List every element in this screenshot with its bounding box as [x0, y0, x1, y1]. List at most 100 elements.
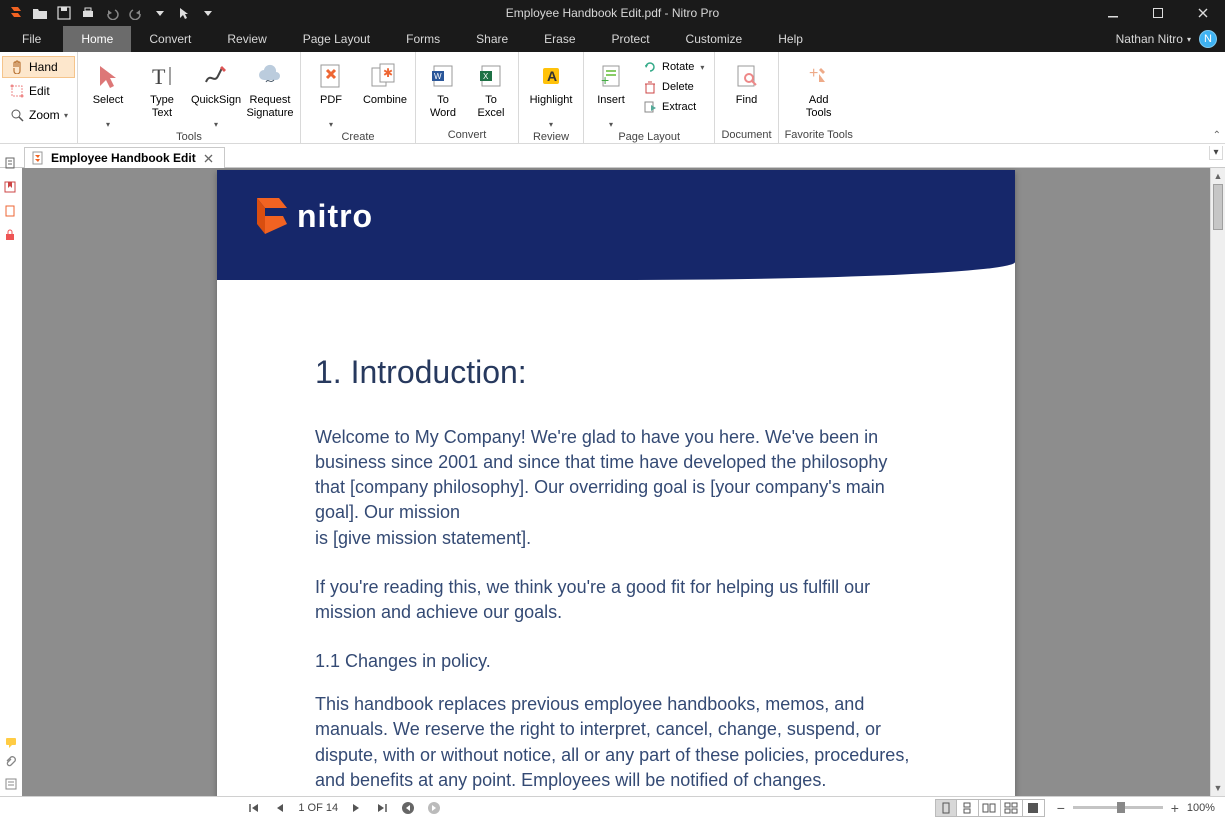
- minimize-button[interactable]: [1090, 0, 1135, 26]
- user-area[interactable]: Nathan Nitro ▾ N: [1116, 26, 1225, 52]
- view-continuous-button[interactable]: [957, 799, 979, 817]
- zoom-slider-track[interactable]: [1073, 806, 1163, 809]
- title-bar: Employee Handbook Edit.pdf - Nitro Pro: [0, 0, 1225, 26]
- highlight-button[interactable]: A Highlight ▾: [525, 56, 577, 129]
- prev-page-button[interactable]: [272, 800, 288, 816]
- zoom-level-label: 100%: [1187, 802, 1215, 814]
- add-tools-button[interactable]: + Add Tools: [794, 56, 844, 120]
- undo-icon[interactable]: [100, 0, 124, 26]
- edit-label: Edit: [29, 84, 50, 98]
- menu-convert[interactable]: Convert: [131, 26, 209, 52]
- scroll-down-button[interactable]: ▼: [1211, 780, 1225, 796]
- hand-tool-button[interactable]: Hand: [2, 56, 75, 78]
- select-button[interactable]: Select ▾: [84, 56, 132, 129]
- quicksign-button[interactable]: QuickSign ▾: [192, 56, 240, 129]
- menu-share[interactable]: Share: [458, 26, 526, 52]
- pointer-mode-icon[interactable]: [172, 0, 196, 26]
- close-button[interactable]: [1180, 0, 1225, 26]
- to-word-button[interactable]: W To Word: [422, 56, 464, 120]
- tab-close-button[interactable]: [202, 151, 216, 165]
- user-avatar[interactable]: N: [1199, 30, 1217, 48]
- first-page-button[interactable]: [246, 800, 262, 816]
- output-panel-icon[interactable]: [4, 777, 18, 794]
- page-indicator: 1 OF 14: [298, 802, 338, 814]
- left-sidebar: [0, 150, 22, 246]
- group-label-tools: Tools: [84, 129, 294, 143]
- zoom-in-button[interactable]: +: [1169, 800, 1181, 816]
- rotate-icon: [642, 59, 658, 75]
- menu-forms[interactable]: Forms: [388, 26, 458, 52]
- pages-panel-icon[interactable]: [3, 156, 19, 172]
- status-bar: 1 OF 14 − + 100%: [0, 796, 1225, 818]
- chevron-down-icon: ▾: [214, 120, 218, 129]
- menu-review[interactable]: Review: [209, 26, 284, 52]
- qat-more-icon[interactable]: [196, 0, 220, 26]
- pdf-button[interactable]: PDF ▾: [307, 56, 355, 129]
- menu-help[interactable]: Help: [760, 26, 821, 52]
- last-page-button[interactable]: [374, 800, 390, 816]
- doc-heading: 1. Introduction:: [315, 350, 917, 395]
- save-icon[interactable]: [52, 0, 76, 26]
- to-excel-button[interactable]: X To Excel: [470, 56, 512, 120]
- logo-text: nitro: [297, 198, 373, 235]
- highlight-icon: A: [535, 60, 567, 92]
- delete-button[interactable]: Delete: [638, 78, 708, 96]
- menu-page-layout[interactable]: Page Layout: [285, 26, 388, 52]
- qat-dropdown-icon[interactable]: [148, 0, 172, 26]
- hand-icon: [9, 59, 25, 75]
- view-single-page-button[interactable]: [935, 799, 957, 817]
- menu-customize[interactable]: Customize: [668, 26, 761, 52]
- menu-protect[interactable]: Protect: [594, 26, 668, 52]
- edit-tool-button[interactable]: Edit: [2, 80, 75, 102]
- add-tools-icon: +: [803, 60, 835, 92]
- menu-home[interactable]: Home: [63, 26, 131, 52]
- view-fullscreen-button[interactable]: [1023, 799, 1045, 817]
- chevron-down-icon: ▾: [329, 120, 333, 129]
- next-view-button[interactable]: [426, 800, 442, 816]
- menu-file[interactable]: File: [0, 26, 63, 52]
- page-navigator: 1 OF 14: [246, 800, 442, 816]
- open-icon[interactable]: [28, 0, 52, 26]
- rotate-button[interactable]: Rotate ▾: [638, 58, 708, 76]
- left-tool-panel: Hand Edit Zoom ▾: [0, 52, 78, 143]
- attachments-panel-icon[interactable]: [4, 756, 18, 773]
- zoom-slider-thumb[interactable]: [1117, 802, 1125, 813]
- nitro-logo-icon[interactable]: [4, 0, 28, 26]
- security-panel-icon[interactable]: [3, 228, 19, 244]
- ribbon-collapse-button[interactable]: ⌃: [1213, 130, 1221, 141]
- panel-selector-dropdown[interactable]: ▾: [1209, 146, 1223, 160]
- chevron-down-icon: ▾: [549, 120, 553, 129]
- next-page-button[interactable]: [348, 800, 364, 816]
- delete-icon: [642, 79, 658, 95]
- excel-icon: X: [475, 60, 507, 92]
- zoom-out-button[interactable]: −: [1055, 800, 1067, 816]
- view-facing-button[interactable]: [979, 799, 1001, 817]
- view-facing-continuous-button[interactable]: [1001, 799, 1023, 817]
- scroll-up-button[interactable]: ▲: [1211, 168, 1225, 184]
- combine-button[interactable]: ✱ Combine: [361, 56, 409, 120]
- menu-erase[interactable]: Erase: [526, 26, 593, 52]
- zoom-tool-button[interactable]: Zoom ▾: [2, 104, 75, 126]
- find-icon: [731, 60, 763, 92]
- svg-text:+: +: [601, 72, 609, 88]
- zoom-label: Zoom: [29, 108, 60, 122]
- print-icon[interactable]: [76, 0, 100, 26]
- insert-button[interactable]: + Insert ▾: [590, 56, 632, 129]
- document-viewport[interactable]: nitro 1. Introduction: Welcome to My Com…: [22, 168, 1210, 796]
- maximize-button[interactable]: [1135, 0, 1180, 26]
- window-controls: [1090, 0, 1225, 26]
- vertical-scrollbar[interactable]: ▲ ▼: [1210, 168, 1225, 796]
- bookmarks-panel-icon[interactable]: [3, 180, 19, 196]
- scroll-thumb[interactable]: [1213, 184, 1223, 230]
- comments-panel-icon[interactable]: [4, 735, 18, 752]
- prev-view-button[interactable]: [400, 800, 416, 816]
- find-button[interactable]: Find: [722, 56, 772, 120]
- redo-icon[interactable]: [124, 0, 148, 26]
- type-text-button[interactable]: T Type Text: [138, 56, 186, 120]
- extract-button[interactable]: Extract: [638, 98, 708, 116]
- signatures-panel-icon[interactable]: [3, 204, 19, 220]
- request-signature-button[interactable]: Request Signature: [246, 56, 294, 120]
- ribbon: Hand Edit Zoom ▾ Select ▾ T Type Text: [0, 52, 1225, 144]
- document-tab[interactable]: Employee Handbook Edit: [24, 147, 225, 168]
- zoom-control: − + 100%: [1045, 800, 1225, 816]
